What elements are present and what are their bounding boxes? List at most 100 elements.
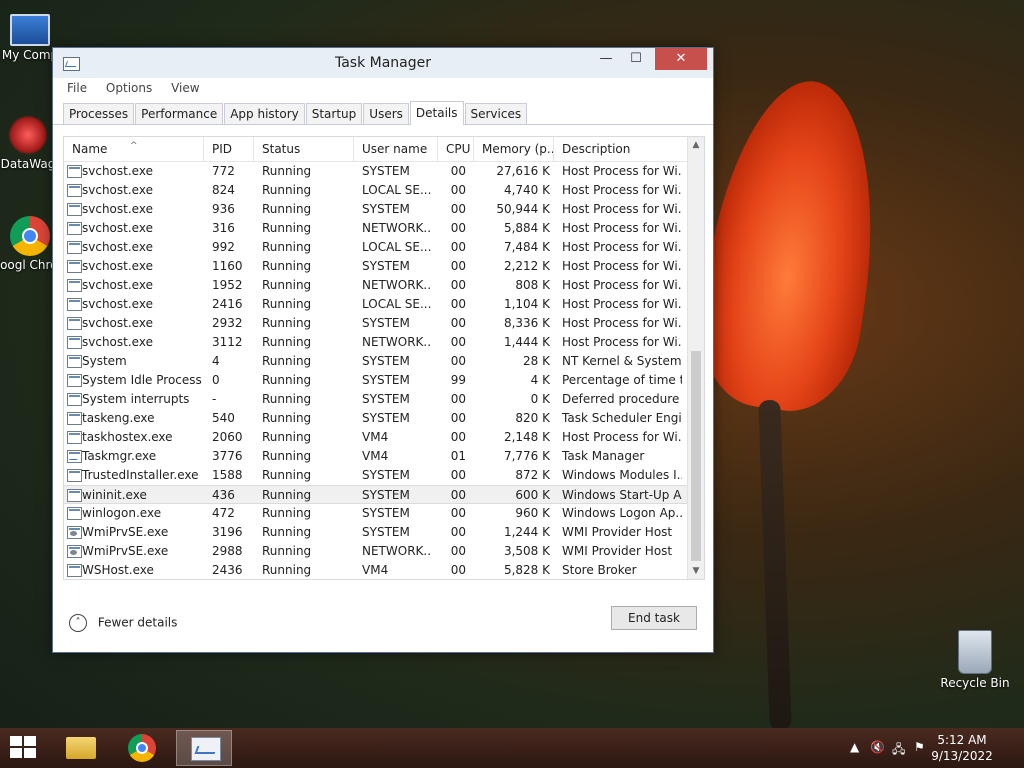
- process-cpu: 00: [450, 525, 466, 539]
- process-status: Running: [262, 544, 312, 558]
- table-row[interactable]: svchost.exe 936 Running SYSTEM 00 50,944 K Hos…: [64, 200, 688, 219]
- taskbar-chrome[interactable]: [115, 730, 171, 766]
- process-memory: 28 K: [523, 354, 550, 368]
- process-description: Host Process for Wi...: [562, 164, 682, 178]
- process-user: SYSTEM: [362, 392, 410, 406]
- table-row[interactable]: WmiPrvSE.exe 2988 Running NETWORK... 00 3,508…: [64, 542, 688, 561]
- volume-muted-icon[interactable]: 🔇: [870, 740, 885, 754]
- process-status: Running: [262, 335, 312, 349]
- table-row[interactable]: Taskmgr.exe 3776 Running VM4 01 7,776 K Task M…: [64, 447, 688, 466]
- process-cpu: 00: [450, 544, 466, 558]
- table-row[interactable]: System interrupts - Running SYSTEM 00 0 K Defe…: [64, 390, 688, 409]
- process-name: svchost.exe: [82, 240, 153, 254]
- process-icon: [67, 184, 82, 197]
- process-status: Running: [262, 221, 312, 235]
- vertical-scrollbar[interactable]: ▲ ▼: [687, 137, 704, 579]
- process-description: Store Broker: [562, 563, 637, 577]
- table-row[interactable]: svchost.exe 772 Running SYSTEM 00 27,616 K Hos…: [64, 162, 688, 181]
- taskbar-task-manager[interactable]: [176, 730, 232, 766]
- column-header-description[interactable]: Description: [554, 137, 688, 161]
- process-cpu: 00: [450, 240, 466, 254]
- clock[interactable]: 5:12 AM 9/13/2022: [922, 732, 1002, 764]
- chrome-icon: [10, 216, 50, 256]
- process-cpu: 00: [450, 202, 466, 216]
- clock-time: 5:12 AM: [937, 733, 987, 747]
- menu-bar: File Options View: [53, 78, 713, 100]
- tab-startup[interactable]: Startup: [305, 103, 363, 124]
- process-cpu: 00: [450, 164, 466, 178]
- table-row[interactable]: taskhostex.exe 2060 Running VM4 00 2,148 K Hos…: [64, 428, 688, 447]
- table-row[interactable]: svchost.exe 2932 Running SYSTEM 00 8,336 K Hos…: [64, 314, 688, 333]
- table-row[interactable]: taskeng.exe 540 Running SYSTEM 00 820 K Task S…: [64, 409, 688, 428]
- column-header-memory[interactable]: Memory (p...: [474, 137, 554, 161]
- desktop-icon-recycle-bin[interactable]: Recycle Bin: [935, 630, 1015, 690]
- end-task-button[interactable]: End task: [611, 606, 697, 630]
- column-header-pid[interactable]: PID: [204, 137, 254, 161]
- column-header-cpu[interactable]: CPU: [438, 137, 474, 161]
- process-user: VM4: [362, 449, 389, 463]
- process-cpu: 00: [450, 468, 466, 482]
- show-hidden-icons-icon[interactable]: ▲: [850, 740, 859, 754]
- process-cpu: 00: [450, 411, 466, 425]
- minimize-button[interactable]: —: [591, 48, 621, 70]
- windows-logo-icon: [10, 736, 22, 746]
- menu-options[interactable]: Options: [106, 78, 152, 98]
- table-row[interactable]: svchost.exe 2416 Running LOCAL SE... 00 1,104…: [64, 295, 688, 314]
- table-row[interactable]: svchost.exe 316 Running NETWORK... 00 5,884 K…: [64, 219, 688, 238]
- process-user: SYSTEM: [362, 411, 410, 425]
- taskbar-file-explorer[interactable]: [52, 730, 108, 766]
- table-row[interactable]: WSHost.exe 2436 Running VM4 00 5,828 K Store B…: [64, 561, 688, 579]
- process-user: SYSTEM: [362, 468, 410, 482]
- process-memory: 0 K: [530, 392, 550, 406]
- table-row[interactable]: wininit.exe 436 Running SYSTEM 00 600 K Window…: [64, 485, 688, 504]
- process-user: SYSTEM: [362, 316, 410, 330]
- table-row[interactable]: TrustedInstaller.exe 1588 Running SYSTEM 00 8…: [64, 466, 688, 485]
- column-header-name[interactable]: Name ^: [64, 137, 204, 161]
- process-user: LOCAL SE...: [362, 240, 432, 254]
- column-header-user-name[interactable]: User name: [354, 137, 438, 161]
- network-icon[interactable]: 🖧: [892, 740, 905, 761]
- tab-services[interactable]: Services: [464, 103, 528, 124]
- process-memory: 2,148 K: [503, 430, 550, 444]
- tab-performance[interactable]: Performance: [135, 103, 224, 124]
- process-table: Name ^ PID Status User name CPU Memory (…: [63, 136, 705, 580]
- process-description: NT Kernel & System: [562, 354, 682, 368]
- fewer-details-button[interactable]: ˄ Fewer details: [69, 614, 177, 632]
- process-status: Running: [262, 164, 312, 178]
- process-memory: 4,740 K: [503, 183, 550, 197]
- process-description: Windows Logon Ap...: [562, 506, 682, 520]
- start-button[interactable]: [10, 736, 38, 760]
- table-row[interactable]: svchost.exe 3112 Running NETWORK... 00 1,444 …: [64, 333, 688, 352]
- menu-file[interactable]: File: [67, 78, 87, 98]
- chevron-up-icon: ˄: [69, 614, 87, 632]
- process-cpu: 00: [450, 259, 466, 273]
- column-header-status[interactable]: Status: [254, 137, 354, 161]
- process-icon: [67, 355, 82, 368]
- table-row[interactable]: winlogon.exe 472 Running SYSTEM 00 960 K Windo…: [64, 504, 688, 523]
- tab-details[interactable]: Details: [409, 101, 464, 125]
- table-row[interactable]: svchost.exe 824 Running LOCAL SE... 00 4,740 …: [64, 181, 688, 200]
- tab-app-history[interactable]: App history: [224, 103, 305, 124]
- table-row[interactable]: WmiPrvSE.exe 3196 Running SYSTEM 00 1,244 K WM…: [64, 523, 688, 542]
- tab-processes[interactable]: Processes: [63, 103, 135, 124]
- close-button[interactable]: ✕: [655, 48, 707, 70]
- gear-process-icon: [67, 526, 82, 539]
- table-row[interactable]: System Idle Process 0 Running SYSTEM 99 4 K Pe…: [64, 371, 688, 390]
- maximize-button[interactable]: ☐: [621, 48, 651, 70]
- table-row[interactable]: svchost.exe 1952 Running NETWORK... 00 808 K H…: [64, 276, 688, 295]
- scroll-up-icon[interactable]: ▲: [688, 137, 704, 153]
- process-memory: 7,484 K: [503, 240, 550, 254]
- process-status: Running: [262, 259, 312, 273]
- process-status: Running: [262, 506, 312, 520]
- scroll-down-icon[interactable]: ▼: [688, 563, 704, 579]
- table-row[interactable]: svchost.exe 992 Running LOCAL SE... 00 7,484 …: [64, 238, 688, 257]
- process-pid: 2988: [212, 544, 243, 558]
- title-bar[interactable]: Task Manager — ☐ ✕: [53, 48, 713, 78]
- table-row[interactable]: System 4 Running SYSTEM 00 28 K NT Kernel & Sy…: [64, 352, 688, 371]
- process-icon: [67, 564, 82, 577]
- menu-view[interactable]: View: [171, 78, 199, 98]
- process-icon: [67, 374, 82, 387]
- tab-users[interactable]: Users: [363, 103, 409, 124]
- table-row[interactable]: svchost.exe 1160 Running SYSTEM 00 2,212 K Hos…: [64, 257, 688, 276]
- scroll-thumb[interactable]: [691, 351, 701, 561]
